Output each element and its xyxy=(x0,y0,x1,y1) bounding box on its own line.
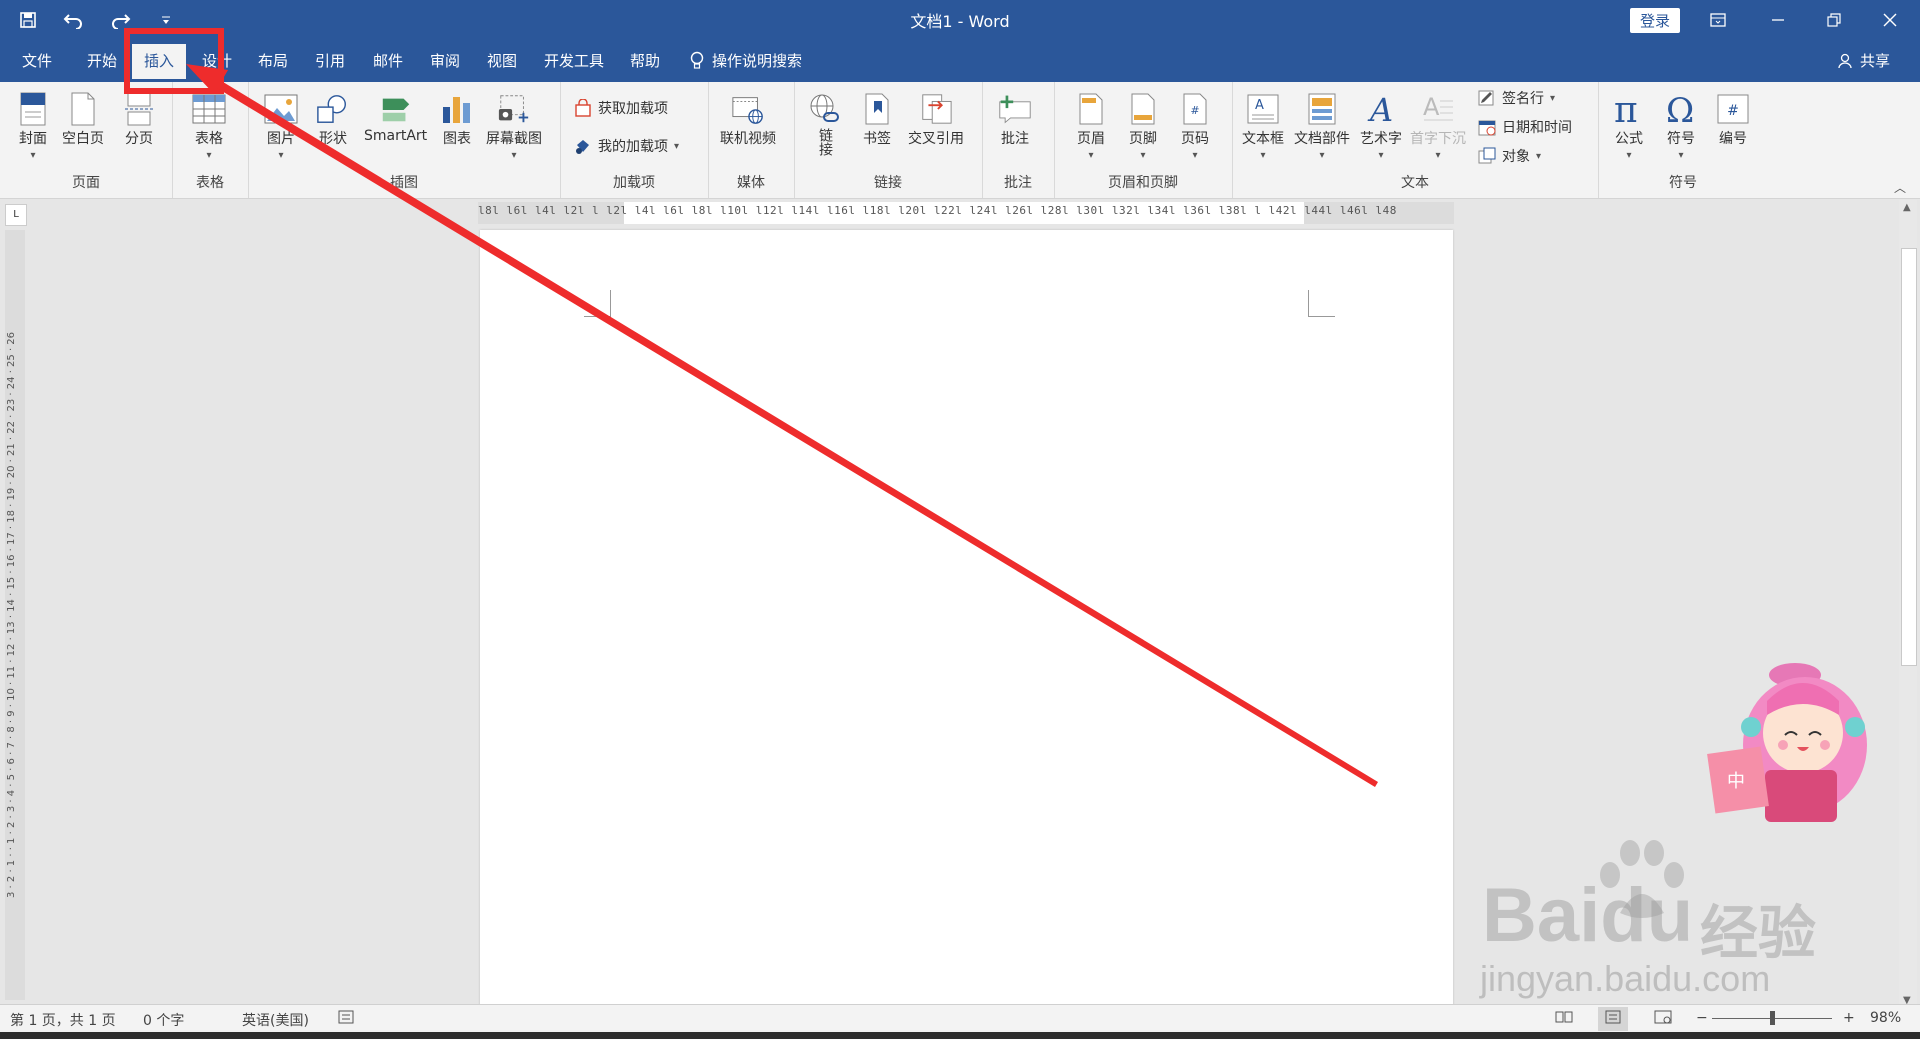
mascot-sticker: 中 xyxy=(1707,663,1867,822)
watermark-bai: Baidu xyxy=(1482,872,1693,959)
watermark-du-text: du xyxy=(1600,873,1694,958)
mascot-sign-text: 中 xyxy=(1727,771,1745,792)
watermark-url: jingyan.baidu.com xyxy=(1480,958,1771,999)
baidu-watermark: Baidu 经验 jingyan.baidu.com xyxy=(1470,828,1890,999)
watermark-bai-text: Bai xyxy=(1482,873,1601,958)
